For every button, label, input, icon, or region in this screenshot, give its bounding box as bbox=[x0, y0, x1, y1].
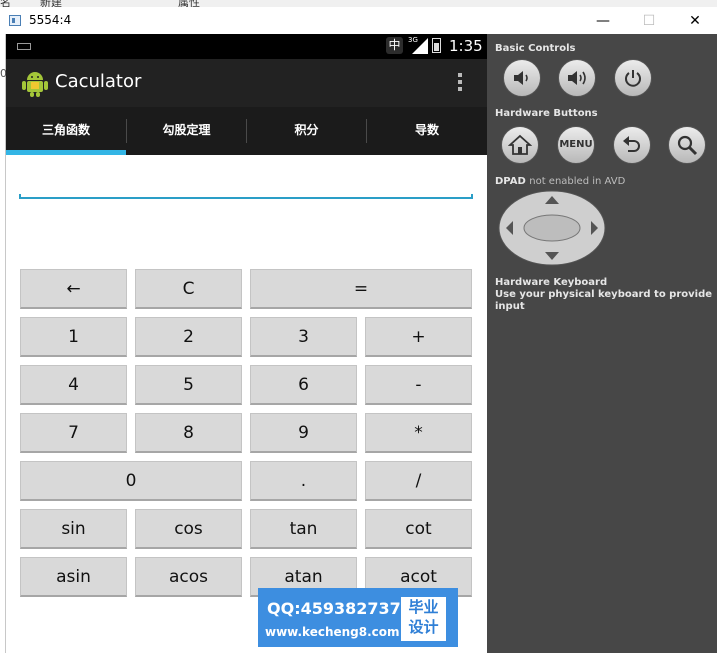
window-title-bar[interactable]: 5554:4 — ☐ ✕ bbox=[0, 7, 717, 34]
overflow-menu-icon[interactable] bbox=[448, 71, 472, 95]
host-window-strip: 名 新建 属性 bbox=[0, 0, 717, 7]
menu-button-label: MENU bbox=[559, 139, 593, 150]
backspace-button[interactable]: ← bbox=[20, 269, 127, 309]
dpad-title: DPAD bbox=[495, 176, 526, 187]
tab-pythagorean[interactable]: 勾股定理 bbox=[127, 107, 246, 155]
decimal-point-button[interactable]: . bbox=[250, 461, 357, 501]
watermark-badge-line1: 毕业 bbox=[408, 598, 439, 616]
signal-icon bbox=[412, 38, 428, 54]
status-time: 1:35 bbox=[449, 37, 483, 55]
cos-button[interactable]: cos bbox=[135, 509, 242, 549]
host-fragment: 新建 bbox=[40, 0, 62, 7]
volume-up-button[interactable] bbox=[558, 59, 596, 97]
emulator-screen[interactable]: 中 3G 1:35 Caculator 三角函数 勾股定理 积分 导数 ← C … bbox=[6, 34, 487, 653]
home-button[interactable] bbox=[501, 126, 539, 164]
status-bar: 中 3G 1:35 bbox=[6, 34, 487, 59]
back-arrow-icon bbox=[623, 136, 640, 152]
digit-6-button[interactable]: 6 bbox=[250, 365, 357, 405]
watermark-qq: QQ:459382737 bbox=[267, 599, 401, 618]
digit-7-button[interactable]: 7 bbox=[20, 413, 127, 453]
dpad-control[interactable] bbox=[498, 190, 606, 266]
menu-button[interactable]: MENU bbox=[557, 126, 595, 164]
power-button[interactable] bbox=[614, 59, 652, 97]
input-underline bbox=[19, 194, 473, 199]
ime-indicator: 中 bbox=[386, 37, 403, 54]
dpad-note: not enabled in AVD bbox=[529, 176, 626, 187]
digit-8-button[interactable]: 8 bbox=[135, 413, 242, 453]
maximize-button[interactable]: ☐ bbox=[626, 10, 672, 32]
minus-button[interactable]: - bbox=[365, 365, 472, 405]
digit-1-button[interactable]: 1 bbox=[20, 317, 127, 357]
divide-button[interactable]: / bbox=[365, 461, 472, 501]
android-logo-icon bbox=[22, 72, 48, 97]
acos-button[interactable]: acos bbox=[135, 557, 242, 597]
back-button[interactable] bbox=[613, 126, 651, 164]
digit-2-button[interactable]: 2 bbox=[135, 317, 242, 357]
watermark-badge: 毕业 设计 bbox=[401, 597, 446, 641]
equals-button[interactable]: = bbox=[250, 269, 472, 309]
watermark-badge-line2: 设计 bbox=[408, 618, 439, 636]
tan-button[interactable]: tan bbox=[250, 509, 357, 549]
multiply-button[interactable]: * bbox=[365, 413, 472, 453]
tab-derivative[interactable]: 导数 bbox=[367, 107, 487, 155]
volume-down-button[interactable] bbox=[503, 59, 541, 97]
expression-input[interactable] bbox=[19, 171, 477, 199]
volume-down-icon bbox=[514, 71, 528, 85]
clear-button[interactable]: C bbox=[135, 269, 242, 309]
window-title: 5554:4 bbox=[29, 13, 72, 27]
sin-button[interactable]: sin bbox=[20, 509, 127, 549]
volume-up-icon bbox=[568, 71, 586, 85]
hardware-keyboard-desc: Use your physical keyboard to provide in… bbox=[495, 289, 713, 312]
tab-integral[interactable]: 积分 bbox=[247, 107, 366, 155]
watermark-banner: QQ:459382737 www.kecheng8.com 毕业 设计 bbox=[258, 588, 458, 647]
home-icon bbox=[508, 134, 532, 155]
host-fragment: 名 bbox=[0, 0, 11, 7]
digit-0-button[interactable]: 0 bbox=[20, 461, 242, 501]
hardware-keyboard-note: Hardware Keyboard Use your physical keyb… bbox=[495, 277, 717, 313]
cot-button[interactable]: cot bbox=[365, 509, 472, 549]
basic-controls-heading: Basic Controls bbox=[495, 43, 576, 54]
search-button[interactable] bbox=[668, 126, 706, 164]
close-button[interactable]: ✕ bbox=[672, 10, 717, 32]
search-icon bbox=[677, 135, 698, 156]
battery-icon bbox=[432, 38, 441, 53]
host-fragment: 属性 bbox=[178, 0, 200, 7]
emulator-controls-panel: Basic Controls Hardware Buttons MENU DPA… bbox=[487, 34, 717, 653]
watermark-url: www.kecheng8.com bbox=[265, 625, 400, 639]
asin-button[interactable]: asin bbox=[20, 557, 127, 597]
dpad-heading: DPAD not enabled in AVD bbox=[495, 176, 625, 187]
hardware-keyboard-title: Hardware Keyboard bbox=[495, 277, 608, 288]
plus-button[interactable]: + bbox=[365, 317, 472, 357]
tab-bar: 三角函数 勾股定理 积分 导数 bbox=[6, 107, 487, 155]
window-app-icon bbox=[9, 15, 21, 26]
power-icon bbox=[625, 70, 641, 87]
digit-4-button[interactable]: 4 bbox=[20, 365, 127, 405]
hardware-buttons-heading: Hardware Buttons bbox=[495, 108, 598, 119]
digit-9-button[interactable]: 9 bbox=[250, 413, 357, 453]
digit-5-button[interactable]: 5 bbox=[135, 365, 242, 405]
action-bar: Caculator bbox=[6, 59, 487, 107]
digit-3-button[interactable]: 3 bbox=[250, 317, 357, 357]
keyboard-icon bbox=[17, 43, 31, 50]
app-title: Caculator bbox=[55, 71, 142, 92]
minimize-button[interactable]: — bbox=[580, 10, 626, 32]
tab-trigonometry[interactable]: 三角函数 bbox=[6, 107, 126, 155]
